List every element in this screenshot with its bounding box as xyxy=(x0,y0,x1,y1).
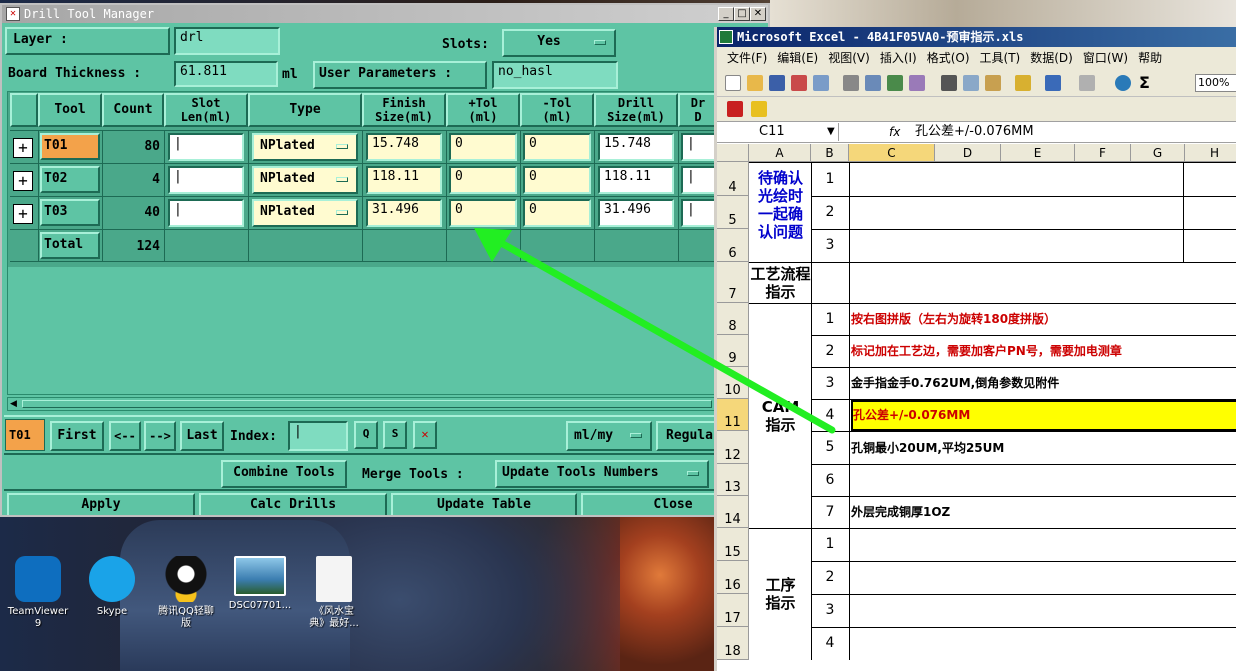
screen: TeamViewer 9 Skype 腾讯QQ轻聊 版 DSC07701... … xyxy=(0,0,1236,671)
green-arrow xyxy=(474,228,836,434)
arrow-shaft xyxy=(492,236,836,434)
